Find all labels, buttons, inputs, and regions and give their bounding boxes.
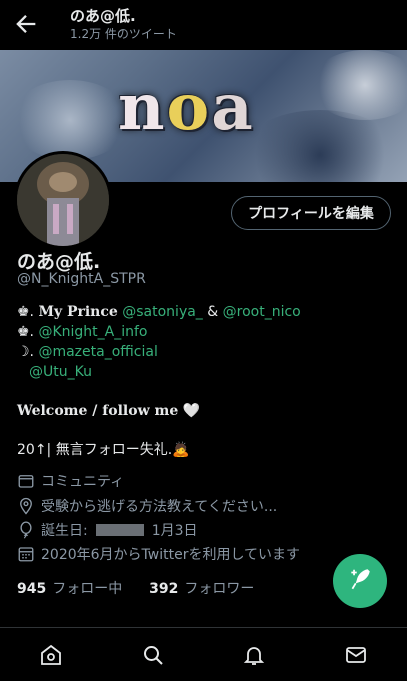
following-link[interactable]: 945 フォロー中 <box>17 581 122 597</box>
compose-tweet-button[interactable] <box>333 554 387 608</box>
bio-line: Welcome / follow me 🤍 <box>17 403 201 419</box>
bio-line: @Utu_Ku <box>17 362 393 382</box>
community-icon <box>17 472 35 490</box>
user-handle: @N_KnightA_STPR <box>17 271 146 287</box>
top-bar: のあ@低. 1.2万 件のツイート <box>0 0 407 50</box>
bio-line: 20↑| 無言フォロー失礼.🙇 <box>17 442 190 458</box>
back-arrow-icon[interactable] <box>12 10 40 38</box>
avatar[interactable] <box>14 151 112 249</box>
search-icon[interactable] <box>140 642 166 668</box>
mention-link[interactable]: @mazeta_official <box>38 344 157 360</box>
edit-profile-button[interactable]: プロフィールを編集 <box>231 196 391 230</box>
home-icon[interactable] <box>38 642 64 668</box>
bottom-navigation <box>0 627 407 681</box>
bow-emoji: 🙇 <box>172 442 190 458</box>
mail-icon[interactable] <box>343 642 369 668</box>
banner-texture <box>10 80 130 160</box>
heart-emoji: 🤍 <box>182 403 201 419</box>
bio-line: ♚. My Prince @satoniya_ & @root_nico <box>17 304 301 320</box>
mention-link[interactable]: @satoniya_ <box>122 304 203 320</box>
follow-stats: 945 フォロー中 392 フォロワー <box>17 578 254 598</box>
bell-icon[interactable] <box>241 642 267 668</box>
bio: ♚. My Prince @satoniya_ & @root_nico ♚. … <box>17 302 393 460</box>
mention-link[interactable]: @Knight_A_info <box>38 324 147 340</box>
display-name: のあ@低. <box>17 251 101 273</box>
banner-texture <box>240 110 400 182</box>
redacted-year <box>95 524 144 536</box>
page-title: のあ@低. <box>70 7 136 25</box>
banner-logo: noa <box>118 70 255 145</box>
community-row[interactable]: コミュニティ <box>17 471 377 491</box>
balloon-icon <box>17 521 35 539</box>
location-row: 受験から逃げる方法教えてください... <box>17 496 377 516</box>
joined-row: 2020年6月からTwitterを利用しています <box>17 544 377 564</box>
location-icon <box>17 497 35 515</box>
mention-link[interactable]: @root_nico <box>223 304 301 320</box>
followers-link[interactable]: 392 フォロワー <box>149 581 254 597</box>
tweet-count: 1.2万 件のツイート <box>70 27 177 41</box>
compose-feather-icon <box>347 566 373 596</box>
bio-line: ☽. @mazeta_official <box>17 344 158 360</box>
calendar-icon <box>17 545 35 563</box>
birthday-row: 誕生日: 1月3日 <box>17 520 377 540</box>
bio-line: ♚. @Knight_A_info <box>17 324 148 340</box>
mention-link[interactable]: @Utu_Ku <box>29 364 92 380</box>
